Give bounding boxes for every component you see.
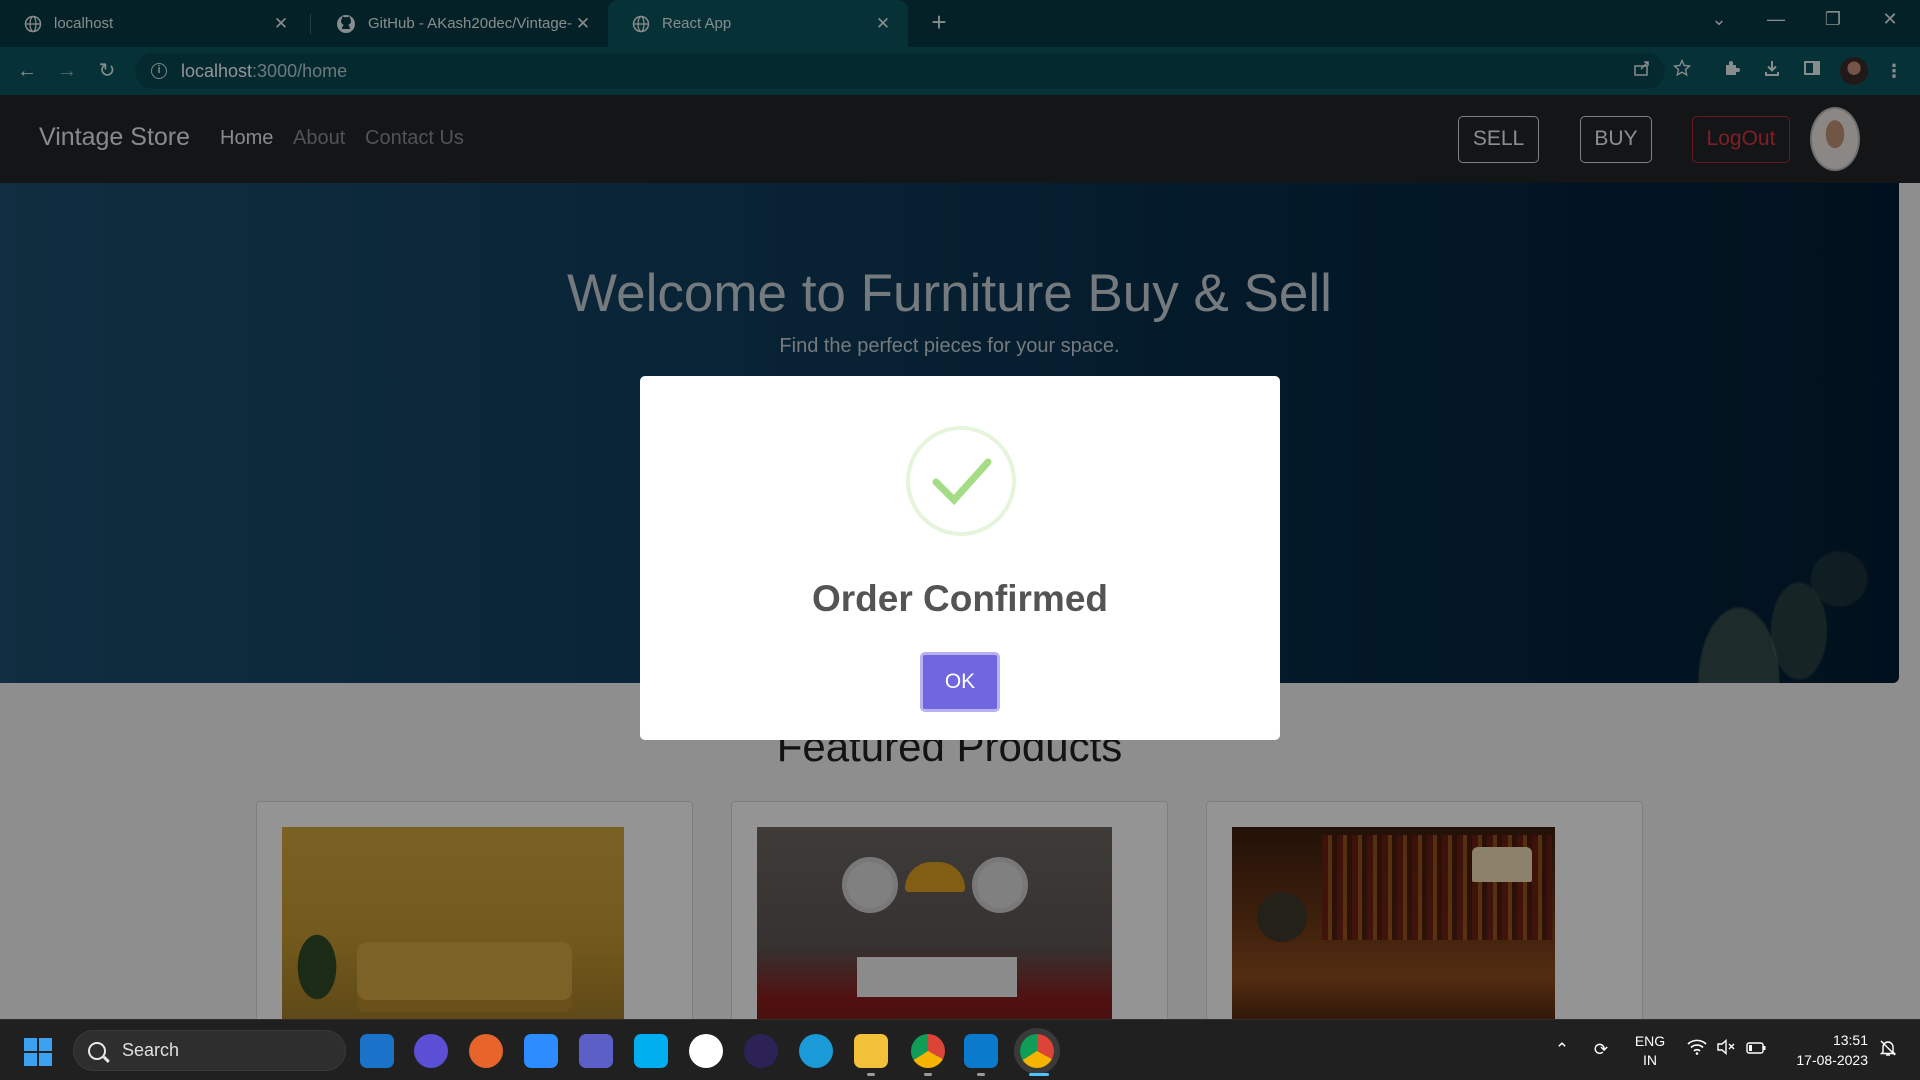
success-check-icon	[906, 426, 1016, 536]
taskbar-search[interactable]: Search	[73, 1030, 346, 1071]
dialog-title: Order Confirmed	[811, 578, 1109, 619]
tray-chevron-icon[interactable]: ⌃	[1551, 1039, 1573, 1061]
edge-icon[interactable]	[799, 1034, 833, 1068]
ok-button[interactable]: OK	[920, 652, 1000, 712]
eclipse-icon[interactable]	[744, 1034, 778, 1068]
vscode-icon[interactable]	[964, 1034, 998, 1068]
wordpress-icon[interactable]	[689, 1034, 723, 1068]
chrome-icon[interactable]	[911, 1034, 945, 1068]
teams-icon[interactable]	[579, 1034, 613, 1068]
running-indicator	[867, 1073, 875, 1076]
search-icon	[88, 1041, 106, 1060]
copilot-icon[interactable]	[414, 1034, 448, 1068]
language-indicator[interactable]: ENG	[1630, 1033, 1670, 1049]
mail-icon[interactable]	[360, 1034, 394, 1068]
skype-icon[interactable]	[634, 1034, 668, 1068]
clock-time[interactable]: 13:51	[1778, 1032, 1868, 1048]
sync-icon[interactable]: ⟳	[1590, 1039, 1612, 1061]
windows-start-icon[interactable]	[24, 1038, 54, 1068]
notification-bell-icon[interactable]	[1877, 1039, 1899, 1061]
active-indicator	[1029, 1073, 1049, 1076]
battery-icon[interactable]	[1745, 1039, 1767, 1061]
language-region[interactable]: IN	[1630, 1052, 1670, 1068]
chrome-active-icon[interactable]	[1020, 1034, 1054, 1068]
zoom-icon[interactable]	[524, 1034, 558, 1068]
order-confirmed-dialog: Order Confirmed OK	[640, 376, 1280, 740]
running-indicator	[977, 1073, 985, 1076]
file-explorer-icon[interactable]	[854, 1034, 888, 1068]
firefox-icon[interactable]	[469, 1034, 503, 1068]
taskbar-search-label: Search	[122, 1040, 180, 1060]
running-indicator	[924, 1073, 932, 1076]
windows-taskbar: Search ⌃ ⟳ ENG IN 13:51 17-08-2023	[0, 1019, 1920, 1080]
clock-date[interactable]: 17-08-2023	[1778, 1052, 1868, 1068]
wifi-icon[interactable]	[1686, 1039, 1708, 1061]
volume-muted-icon[interactable]	[1715, 1038, 1737, 1061]
